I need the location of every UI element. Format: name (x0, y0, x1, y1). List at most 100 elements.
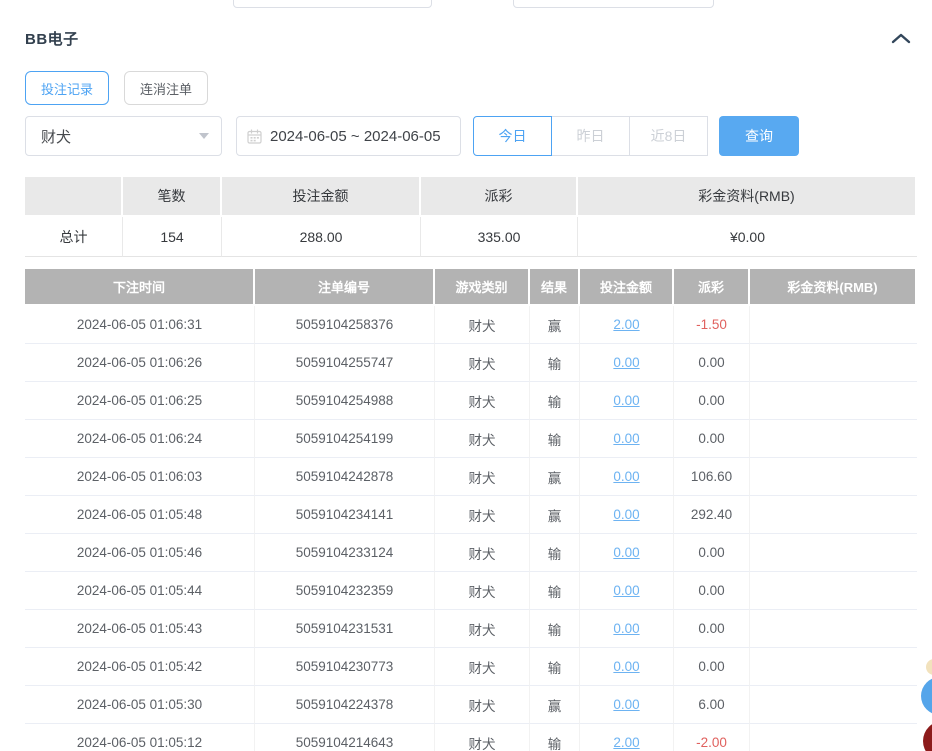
bet-time: 2024-06-05 01:05:44 (25, 572, 255, 610)
records-header-row: 下注时间 注单编号 游戏类别 结果 投注金额 派彩 彩金资料(RMB) (25, 269, 917, 306)
bet-time: 2024-06-05 01:05:48 (25, 496, 255, 534)
bet-result: 输 (530, 610, 580, 648)
bet-time: 2024-06-05 01:06:26 (25, 344, 255, 382)
bet-result: 赢 (530, 496, 580, 534)
floating-chat-button[interactable] (921, 677, 932, 715)
bet-amount-link[interactable]: 0.00 (613, 355, 639, 370)
bet-amount-cell: 2.00 (580, 724, 674, 751)
game-select-value: 财犬 (41, 126, 71, 147)
bet-amount-link[interactable]: 0.00 (613, 545, 639, 560)
floating-widget-small[interactable] (926, 659, 932, 675)
summary-header-cell: 彩金资料(RMB) (578, 177, 917, 217)
search-button[interactable]: 查询 (719, 116, 799, 156)
table-row: 2024-06-05 01:05:30 5059104224378 财犬 赢 0… (25, 686, 917, 724)
bonus-value (750, 496, 917, 534)
bonus-value (750, 534, 917, 572)
summary-header-cell: 笔数 (123, 177, 222, 217)
order-number: 5059104233124 (255, 534, 435, 572)
bonus-value (750, 458, 917, 496)
bet-amount-cell: 0.00 (580, 496, 674, 534)
order-number: 5059104231531 (255, 610, 435, 648)
top-input-partial-1[interactable] (233, 0, 432, 8)
date-range-input[interactable]: 2024-06-05 ~ 2024-06-05 (236, 116, 461, 156)
table-row: 2024-06-05 01:05:48 5059104234141 财犬 赢 0… (25, 496, 917, 534)
bet-result: 赢 (530, 306, 580, 344)
payout-value: 0.00 (674, 610, 750, 648)
top-input-partial-2[interactable] (513, 0, 714, 8)
game-type: 财犬 (435, 648, 530, 686)
bet-amount-link[interactable]: 2.00 (613, 735, 639, 750)
bet-amount-link[interactable]: 0.00 (613, 469, 639, 484)
order-number: 5059104258376 (255, 306, 435, 344)
records-header-cell: 游戏类别 (435, 269, 530, 306)
game-type: 财犬 (435, 534, 530, 572)
quick-range-button[interactable]: 近8日 (629, 116, 708, 156)
bet-amount-link[interactable]: 0.00 (613, 621, 639, 636)
bet-result: 输 (530, 344, 580, 382)
order-number: 5059104232359 (255, 572, 435, 610)
section-header: BB电子 (25, 27, 913, 49)
floating-service-button[interactable] (923, 721, 932, 751)
bet-amount-cell: 0.00 (580, 648, 674, 686)
game-type: 财犬 (435, 420, 530, 458)
payout-value: 0.00 (674, 382, 750, 420)
filter-toolbar: 财犬 2024-06-05 ~ 2024-06-05 今日 昨日 近8日 查询 (25, 116, 799, 156)
bonus-value (750, 420, 917, 458)
records-header-cell: 注单编号 (255, 269, 435, 306)
records-header-cell: 彩金资料(RMB) (750, 269, 917, 306)
collapse-section-button[interactable] (889, 31, 913, 46)
bet-amount-link[interactable]: 0.00 (613, 431, 639, 446)
page-title: BB电子 (25, 28, 79, 49)
order-number: 5059104254199 (255, 420, 435, 458)
date-range-value: 2024-06-05 ~ 2024-06-05 (270, 128, 441, 145)
bet-result: 输 (530, 420, 580, 458)
tab-bar: 投注记录 连消注单 (25, 71, 208, 105)
payout-value: -1.50 (674, 306, 750, 344)
bet-time: 2024-06-05 01:06:31 (25, 306, 255, 344)
summary-count: 154 (123, 217, 222, 257)
payout-value: 0.00 (674, 534, 750, 572)
tab[interactable]: 投注记录 (25, 71, 109, 105)
bet-records-table: 下注时间 注单编号 游戏类别 结果 投注金额 派彩 彩金资料(RMB) (25, 269, 917, 751)
table-row: 2024-06-05 01:05:43 5059104231531 财犬 输 0… (25, 610, 917, 648)
payout-value: 6.00 (674, 686, 750, 724)
game-type: 财犬 (435, 610, 530, 648)
summary-bet-amount: 288.00 (222, 217, 421, 257)
game-select[interactable]: 财犬 (25, 116, 222, 156)
bet-amount-link[interactable]: 0.00 (613, 659, 639, 674)
table-row: 2024-06-05 01:06:26 5059104255747 财犬 输 0… (25, 344, 917, 382)
summary-table: 笔数 投注金额 派彩 彩金资料(RMB) 总计 154 288.00 335.0… (25, 177, 917, 257)
bonus-value (750, 306, 917, 344)
bet-amount-cell: 0.00 (580, 344, 674, 382)
table-row: 2024-06-05 01:05:44 5059104232359 财犬 输 0… (25, 572, 917, 610)
game-type: 财犬 (435, 344, 530, 382)
bet-amount-link[interactable]: 2.00 (613, 317, 639, 332)
order-number: 5059104255747 (255, 344, 435, 382)
quick-range-button[interactable]: 今日 (473, 116, 552, 156)
bet-result: 输 (530, 724, 580, 751)
summary-header-cell: 投注金额 (222, 177, 421, 217)
bet-amount-link[interactable]: 0.00 (613, 697, 639, 712)
summary-header-row: 笔数 投注金额 派彩 彩金资料(RMB) (25, 177, 917, 217)
caret-down-icon (199, 133, 209, 139)
quick-range-button[interactable]: 昨日 (551, 116, 630, 156)
tab[interactable]: 连消注单 (124, 71, 208, 105)
order-number: 5059104234141 (255, 496, 435, 534)
bet-amount-cell: 0.00 (580, 572, 674, 610)
payout-value: 0.00 (674, 648, 750, 686)
payout-value: 292.40 (674, 496, 750, 534)
bet-time: 2024-06-05 01:06:24 (25, 420, 255, 458)
records-header-cell: 下注时间 (25, 269, 255, 306)
summary-total-label: 总计 (25, 217, 123, 257)
bet-amount-link[interactable]: 0.00 (613, 393, 639, 408)
bonus-value (750, 724, 917, 751)
bet-amount-cell: 0.00 (580, 686, 674, 724)
game-type: 财犬 (435, 382, 530, 420)
bet-result: 输 (530, 534, 580, 572)
bet-result: 赢 (530, 686, 580, 724)
bet-result: 输 (530, 382, 580, 420)
payout-value: -2.00 (674, 724, 750, 751)
bet-amount-link[interactable]: 0.00 (613, 583, 639, 598)
bet-amount-link[interactable]: 0.00 (613, 507, 639, 522)
table-row: 2024-06-05 01:06:31 5059104258376 财犬 赢 2… (25, 306, 917, 344)
